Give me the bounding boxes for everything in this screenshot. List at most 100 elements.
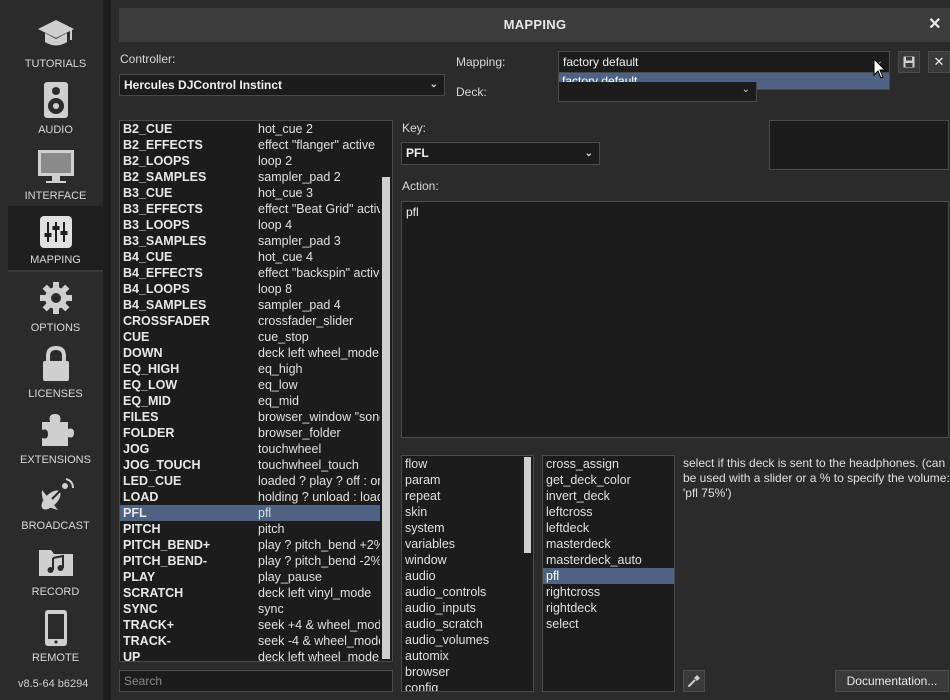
list-item[interactable]: skin [402, 504, 533, 520]
action-cell: seek +4 & wheel_mode [258, 618, 380, 632]
list-item[interactable]: window [402, 552, 533, 568]
table-row[interactable]: EQ_HIGH eq_high [120, 361, 380, 377]
pick-button[interactable] [683, 670, 705, 692]
table-row[interactable]: UP deck left wheel_mode [120, 649, 380, 661]
table-row[interactable]: B2_CUE hot_cue 2 [120, 121, 380, 137]
table-row[interactable]: TRACK-seek -4 & wheel_mode [120, 633, 380, 649]
verb-list[interactable]: cross_assign get_deck_color invert_deck lef… [542, 455, 675, 692]
table-row[interactable]: EQ_MID eq_mid [120, 393, 380, 409]
list-item[interactable]: masterdeck_auto [543, 552, 674, 568]
table-row[interactable]: PITCH_BEND+ play ? pitch_bend +2% [120, 537, 380, 553]
sidebar-item-audio[interactable]: AUDIO [8, 74, 103, 140]
table-row[interactable]: JOG_TOUCH touchwheel_touch [120, 457, 380, 473]
list-item[interactable]: pfl [543, 568, 674, 584]
table-row[interactable]: PFL pfl [120, 505, 380, 521]
action-editor[interactable]: pfl [401, 201, 949, 438]
list-item[interactable]: masterdeck [543, 536, 674, 552]
table-row[interactable]: B4_EFFECTS effect "backspin" active [120, 265, 380, 281]
key-select[interactable]: PFL ⌄ [401, 142, 600, 165]
list-item[interactable]: get_deck_color [543, 472, 674, 488]
table-row[interactable]: EQ_LOW eq_low [120, 377, 380, 393]
table-row[interactable]: B2_SAMPLES sampler_pad 2 [120, 169, 380, 185]
list-item[interactable]: variables [402, 536, 533, 552]
list-item[interactable]: select [543, 616, 674, 632]
list-item[interactable]: param [402, 472, 533, 488]
list-item[interactable]: audio_inputs [402, 600, 533, 616]
table-row[interactable]: FOLDER browser_folder [120, 425, 380, 441]
action-cell: sampler_pad 3 [258, 234, 341, 248]
list-item[interactable]: audio_controls [402, 584, 533, 600]
table-row[interactable]: JOG touchwheel [120, 441, 380, 457]
sidebar-item-options[interactable]: OPTIONS [8, 272, 103, 338]
list-item[interactable]: rightdeck [543, 600, 674, 616]
table-row[interactable]: LED_CUE loaded ? play ? off : on [120, 473, 380, 489]
search-input[interactable] [119, 670, 393, 692]
table-row[interactable]: B2_LOOPS loop 2 [120, 153, 380, 169]
key-name-cell: PFL [123, 506, 147, 520]
table-row[interactable]: FILES browser_window "songs" [120, 409, 380, 425]
list-item[interactable]: rightcross [543, 584, 674, 600]
table-row[interactable]: SYNC sync [120, 601, 380, 617]
list-item[interactable]: leftdeck [543, 520, 674, 536]
list-item[interactable]: flow [402, 456, 533, 472]
list-item[interactable]: audio [402, 568, 533, 584]
table-row[interactable]: B4_SAMPLES sampler_pad 4 [120, 297, 380, 313]
list-item[interactable]: config [402, 680, 533, 691]
sidebar-item-tutorials[interactable]: TUTORIALS [8, 8, 103, 74]
key-name-cell: B2_SAMPLES [123, 170, 207, 184]
scrollbar-thumb[interactable] [524, 457, 531, 553]
table-row[interactable]: B3_LOOPS loop 4 [120, 217, 380, 233]
table-row[interactable]: LOAD holding ? unload : load [120, 489, 380, 505]
sidebar-item-licenses[interactable]: LICENSES [8, 338, 103, 404]
close-button[interactable]: ✕ [927, 17, 943, 33]
table-row[interactable]: B3_EFFECTS effect "Beat Grid" active [120, 201, 380, 217]
list-item[interactable]: audio_volumes [402, 632, 533, 648]
table-row[interactable]: DOWN deck left wheel_mode [120, 345, 380, 361]
sidebar-item-record[interactable]: RECORD [8, 536, 103, 602]
list-item[interactable]: cross_assign [543, 456, 674, 472]
sidebar-item-label: REMOTE [31, 652, 80, 664]
sidebar-item-mapping[interactable]: MAPPING [8, 206, 103, 272]
category-list-scrollbar[interactable] [524, 457, 531, 691]
action-cell: loaded ? play ? off : on [258, 474, 380, 488]
list-item[interactable]: repeat [402, 488, 533, 504]
table-row[interactable]: CROSSFADER crossfader_slider [120, 313, 380, 329]
table-row[interactable]: B4_LOOPS loop 8 [120, 281, 380, 297]
controller-select[interactable]: Hercules DJControl Instinct ⌄ [119, 74, 445, 96]
delete-mapping-button[interactable]: ✕ [928, 51, 950, 73]
list-item[interactable]: audio_scratch [402, 616, 533, 632]
sidebar-item-label: INTERFACE [24, 190, 87, 202]
list-item[interactable]: system [402, 520, 533, 536]
table-row[interactable]: B2_EFFECTS effect "flanger" active [120, 137, 380, 153]
table-row[interactable]: SCRATCH deck left vinyl_mode [120, 585, 380, 601]
action-cell: sync [258, 602, 284, 616]
table-row[interactable]: B3_SAMPLES sampler_pad 3 [120, 233, 380, 249]
table-row[interactable]: PITCH_BEND-play ? pitch_bend -2% [120, 553, 380, 569]
sidebar-item-broadcast[interactable]: BROADCAST [8, 470, 103, 536]
key-name-cell: B3_EFFECTS [123, 202, 203, 216]
table-row[interactable]: TRACK+ seek +4 & wheel_mode [120, 617, 380, 633]
table-row[interactable]: B4_CUE hot_cue 4 [120, 249, 380, 265]
table-row[interactable]: PITCH pitch [120, 521, 380, 537]
table-row[interactable]: PLAY play_pause [120, 569, 380, 585]
scrollbar-thumb[interactable] [382, 177, 390, 659]
save-mapping-button[interactable] [898, 51, 920, 73]
list-item[interactable]: automix [402, 648, 533, 664]
documentation-button[interactable]: Documentation... [835, 670, 949, 692]
gear-icon [36, 278, 76, 318]
key-list[interactable]: B2_CUE hot_cue 2 B2_EFFECTS effect "flanger… [119, 120, 393, 662]
category-list[interactable]: flow param repeat skin system variables window… [401, 455, 534, 692]
key-name-cell: B4_CUE [123, 250, 173, 264]
sidebar-item-extensions[interactable]: EXTENSIONS [8, 404, 103, 470]
mapping-select[interactable]: factory default ⌄ [558, 51, 890, 73]
sidebar-item-remote[interactable]: REMOTE [8, 602, 103, 668]
table-row[interactable]: B3_CUE hot_cue 3 [120, 185, 380, 201]
sidebar-item-interface[interactable]: INTERFACE [8, 140, 103, 206]
list-item[interactable]: invert_deck [543, 488, 674, 504]
key-list-scrollbar[interactable] [382, 123, 390, 659]
satellite-dish-icon [36, 476, 76, 516]
list-item[interactable]: leftcross [543, 504, 674, 520]
list-item[interactable]: browser [402, 664, 533, 680]
deck-select[interactable]: ⌄ [558, 82, 757, 102]
table-row[interactable]: CUE cue_stop [120, 329, 380, 345]
